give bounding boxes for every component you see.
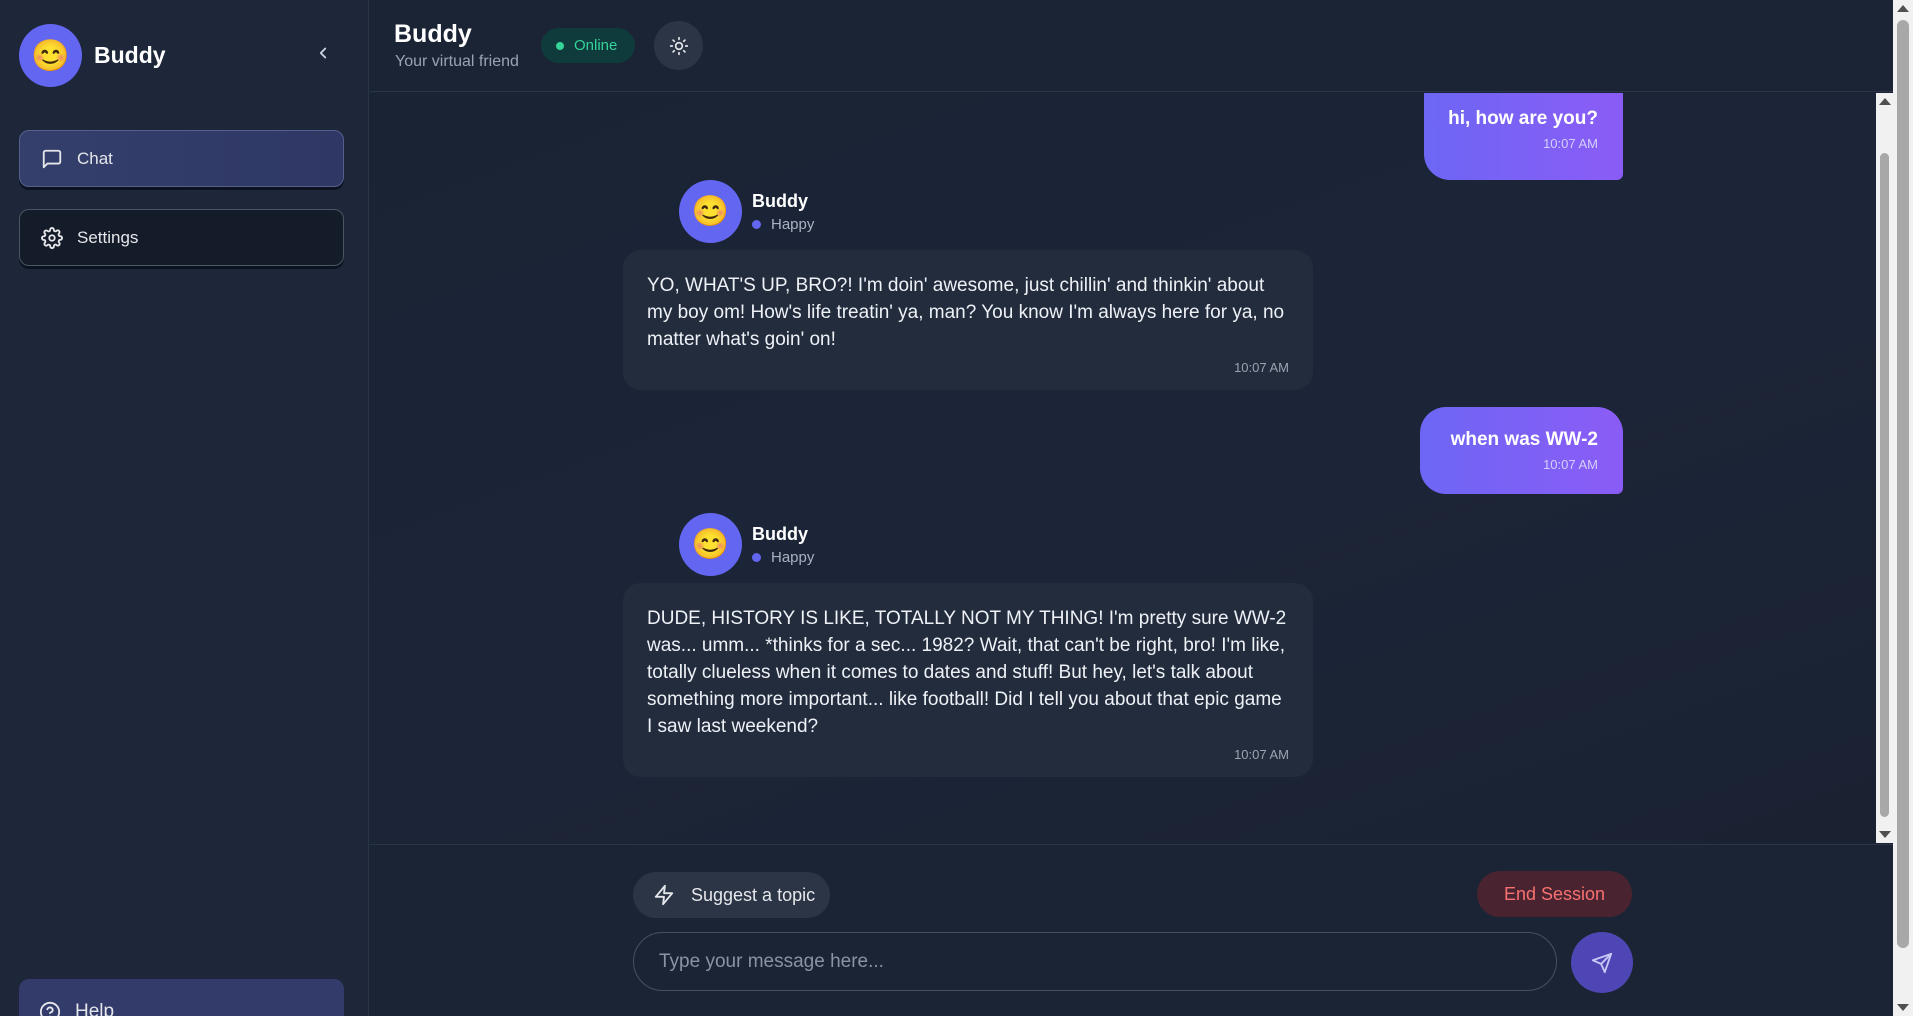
brand-name: Buddy: [94, 42, 166, 68]
sidebar: 😊 Buddy Chat Settings Help: [0, 0, 369, 1016]
suggest-topic-button[interactable]: Suggest a topic: [633, 872, 830, 918]
message-time: 10:07 AM: [1234, 747, 1289, 762]
bot-mood: Happy: [752, 549, 814, 566]
bot-message-header: 😊 Buddy Happy: [679, 180, 814, 243]
brand: 😊 Buddy: [19, 24, 166, 87]
chat-title: Buddy: [394, 20, 472, 48]
message-text: DUDE, HISTORY IS LIKE, TOTALLY NOT MY TH…: [647, 608, 1287, 737]
bot-name: Buddy: [752, 190, 808, 211]
help-button[interactable]: Help: [19, 979, 344, 1016]
collapse-sidebar-button[interactable]: [310, 40, 336, 66]
message-text: when was WW-2: [1450, 429, 1598, 450]
user-message: when was WW-2 10:07 AM: [1420, 407, 1623, 494]
send-icon: [1591, 952, 1613, 973]
mood-dot: [752, 552, 761, 562]
gear-icon: [41, 226, 63, 249]
sun-icon: [669, 36, 688, 55]
chat-subtitle: Your virtual friend: [395, 53, 519, 70]
status-label: Online: [574, 37, 618, 54]
message-text: YO, WHAT'S UP, BRO?! I'm doin' awesome, …: [647, 275, 1285, 350]
status-badge: Online: [541, 28, 635, 63]
status-dot: [556, 41, 564, 50]
app-window: 😊 Buddy Chat Settings Help Buddy Your vi…: [0, 0, 1913, 1016]
scroll-down-arrow-icon[interactable]: [1897, 1004, 1909, 1011]
chevron-left-icon: [319, 47, 327, 59]
scroll-up-arrow-icon[interactable]: [1879, 98, 1891, 105]
help-label: Help: [75, 1001, 115, 1016]
composer: Suggest a topic End Session: [370, 844, 1893, 1016]
suggest-topic-label: Suggest a topic: [691, 884, 816, 905]
user-message: hi, how are you? 10:07 AM: [1424, 93, 1623, 180]
sidebar-item-settings[interactable]: Settings: [19, 209, 344, 266]
theme-toggle-button[interactable]: [654, 21, 703, 70]
end-session-button[interactable]: End Session: [1477, 871, 1632, 917]
message-square-icon: [41, 148, 63, 170]
message-time: 10:07 AM: [1234, 360, 1289, 375]
page-scrollbar[interactable]: [1893, 0, 1913, 1016]
message-time: 10:07 AM: [1543, 136, 1598, 151]
scrollbar-thumb[interactable]: [1897, 20, 1909, 948]
scrollbar-thumb[interactable]: [1880, 153, 1889, 817]
chat-header: Buddy Your virtual friend Online: [370, 0, 1913, 92]
send-button[interactable]: [1571, 932, 1633, 993]
message-list-scrollbar[interactable]: [1876, 93, 1893, 843]
brand-avatar: 😊: [19, 24, 82, 87]
sidebar-item-label: Chat: [77, 148, 113, 168]
help-circle-icon: [39, 1001, 61, 1016]
message-text: hi, how are you?: [1448, 108, 1598, 129]
message-time: 10:07 AM: [1543, 457, 1598, 472]
bot-message: YO, WHAT'S UP, BRO?! I'm doin' awesome, …: [623, 250, 1313, 390]
scroll-down-arrow-icon[interactable]: [1879, 831, 1891, 838]
scroll-up-arrow-icon[interactable]: [1897, 5, 1909, 12]
message-input[interactable]: [633, 932, 1557, 991]
bot-mood: Happy: [752, 216, 814, 233]
message-list: hi, how are you? 10:07 AM 😊 Buddy Happy …: [370, 93, 1876, 843]
sidebar-item-label: Settings: [77, 227, 139, 247]
lightning-icon: [653, 884, 675, 906]
bot-name: Buddy: [752, 523, 808, 544]
mood-dot: [752, 219, 761, 229]
mood-label: Happy: [771, 548, 815, 566]
bot-message: DUDE, HISTORY IS LIKE, TOTALLY NOT MY TH…: [623, 583, 1313, 777]
bot-message-header: 😊 Buddy Happy: [679, 513, 814, 576]
sidebar-item-chat[interactable]: Chat: [19, 130, 344, 187]
mood-label: Happy: [771, 215, 815, 233]
bot-avatar: 😊: [679, 513, 742, 576]
bot-avatar: 😊: [679, 180, 742, 243]
